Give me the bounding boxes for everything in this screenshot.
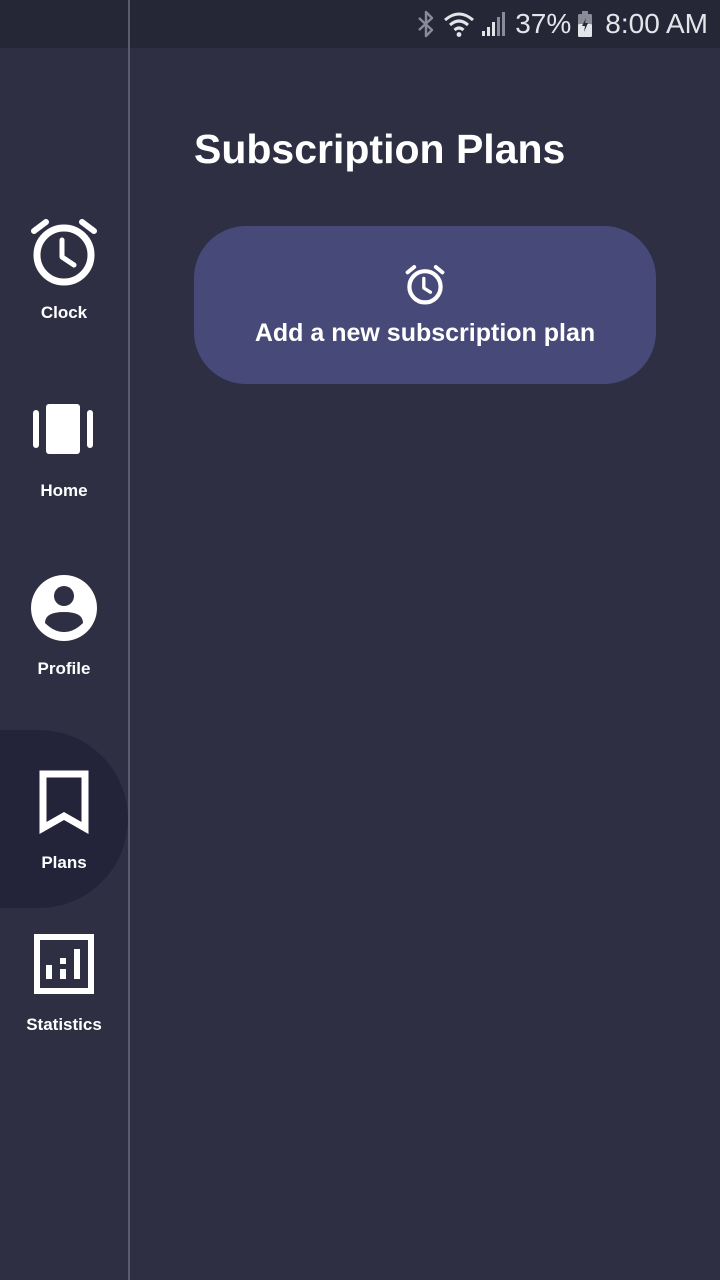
carousel-icon: [27, 393, 101, 467]
account-circle-icon: [27, 571, 101, 645]
nav-label-plans: Plans: [41, 853, 87, 872]
add-subscription-plan-label: Add a new subscription plan: [254, 318, 596, 347]
nav-label-profile: Profile: [37, 659, 91, 678]
nav-item-home[interactable]: Home: [0, 358, 128, 536]
battery-percent: 37%: [515, 8, 572, 39]
nav-item-clock[interactable]: Clock: [0, 180, 128, 358]
nav-label-clock: Clock: [40, 303, 88, 322]
rail-divider: [128, 0, 130, 1280]
nav-label-home: Home: [40, 481, 88, 500]
status-time: 8:00 AM: [605, 8, 708, 39]
page-title: Subscription Plans: [194, 126, 566, 172]
nav-item-profile[interactable]: Profile: [0, 536, 128, 714]
alarm-clock-icon: [403, 263, 447, 307]
bluetooth-icon: [415, 10, 437, 38]
nav-item-statistics[interactable]: Statistics: [0, 892, 128, 1070]
nav-label-statistics: Statistics: [26, 1015, 102, 1034]
battery-icon: [577, 10, 593, 38]
status-bar: 37% 8:00 AM: [0, 0, 720, 48]
bookmark-icon: [27, 765, 101, 839]
wifi-icon: [443, 10, 475, 38]
add-subscription-plan-button[interactable]: Add a new subscription plan: [194, 226, 656, 384]
bar-chart-icon: [27, 927, 101, 1001]
signal-icon: [481, 11, 507, 37]
nav-item-plans[interactable]: Plans: [0, 730, 128, 908]
alarm-clock-icon: [27, 215, 101, 289]
